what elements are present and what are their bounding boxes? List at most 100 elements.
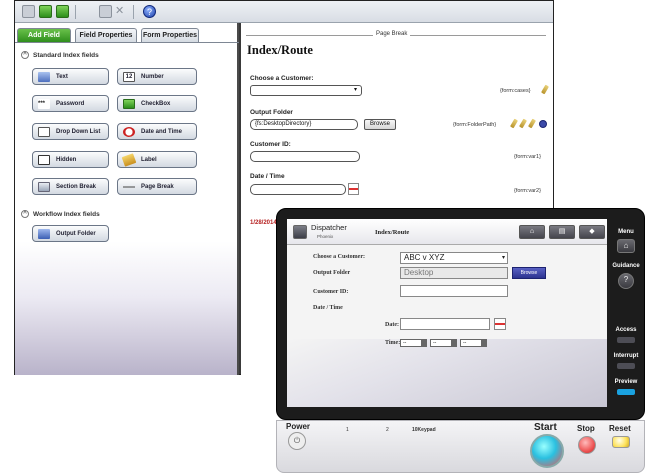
output-folder-token: {form:FolderPath} <box>453 122 497 128</box>
browse-button[interactable]: Browse <box>364 119 396 130</box>
guidance-button[interactable]: ? <box>618 273 634 289</box>
brand-name: Dispatcher <box>311 223 347 232</box>
date-time-field[interactable] <box>250 184 346 195</box>
new-form-icon[interactable] <box>22 5 35 18</box>
settings-button[interactable]: ◆ <box>579 225 605 239</box>
help-icon[interactable]: ? <box>143 5 156 18</box>
customer-select[interactable]: ABC v XYZ ▾ <box>400 252 508 264</box>
customer-label: Choose a Customer: <box>313 254 365 260</box>
output-folder-field[interactable]: {fs:DesktopDirectory} <box>250 119 358 130</box>
customer-id-label: Customer ID: <box>313 289 349 295</box>
add-checkbox-field-button[interactable]: CheckBox <box>117 95 197 112</box>
button-label: Text <box>56 73 68 80</box>
copy-icon[interactable] <box>99 5 112 18</box>
keypad-label[interactable]: 10Keypad <box>412 427 436 433</box>
date-field[interactable] <box>400 318 490 330</box>
calendar-icon[interactable] <box>494 318 506 330</box>
time-minute-select[interactable]: -- <box>430 339 452 347</box>
customer-id-field[interactable] <box>250 151 360 162</box>
screen-background-swoosh <box>287 339 607 407</box>
add-dropdown-field-button[interactable]: Drop Down List <box>32 123 109 140</box>
add-label-field-button[interactable]: Label <box>117 151 197 168</box>
interrupt-button[interactable] <box>617 363 635 369</box>
menu-label: Menu <box>618 229 634 235</box>
customer-dropdown[interactable]: ▾ <box>250 85 362 96</box>
guidance-label: Guidance <box>612 263 640 269</box>
collapse-icon[interactable]: ^ <box>21 210 29 218</box>
info-icon[interactable] <box>539 120 547 128</box>
text-field-icon <box>38 71 50 82</box>
add-page-break-button[interactable]: Page Break <box>117 178 197 195</box>
start-label: Start <box>534 422 557 433</box>
customer-id-field[interactable] <box>400 285 508 297</box>
hidden-field-icon <box>38 154 50 165</box>
field-palette-panel: Add Field Field Properties Form Properti… <box>15 23 239 375</box>
tab-form-properties[interactable]: Form Properties <box>141 28 199 42</box>
edit-pencil-icon[interactable] <box>541 84 549 95</box>
group-workflow-index-fields[interactable]: ^ Workflow Index fields <box>21 210 100 218</box>
reset-label: Reset <box>609 424 631 433</box>
save-icon[interactable] <box>39 5 52 18</box>
button-label: Drop Down List <box>56 128 101 135</box>
tab-divider <box>15 42 239 43</box>
delete-icon[interactable]: ✕ <box>115 5 128 18</box>
output-folder-field[interactable]: Desktop <box>400 267 508 279</box>
power-label: Power <box>286 422 311 431</box>
add-text-field-button[interactable]: Text <box>32 68 109 85</box>
edit-pencil-icon[interactable] <box>519 118 527 129</box>
settings-icon: ◆ <box>589 228 595 235</box>
brand-subtitle: Phoenix <box>317 234 334 239</box>
group-standard-index-fields[interactable]: ^ Standard Index fields <box>21 51 99 59</box>
chevron-down-icon[interactable] <box>452 339 457 347</box>
power-button[interactable]: ⏻ <box>288 432 306 450</box>
scan-button[interactable]: ▤ <box>549 225 575 239</box>
add-password-field-button[interactable]: *** Password <box>32 95 109 112</box>
page-break-icon <box>123 181 135 192</box>
access-button[interactable] <box>617 337 635 343</box>
time-hour-select[interactable]: -- <box>400 339 422 347</box>
menu-button[interactable]: ⌂ <box>617 239 635 253</box>
preview-button[interactable] <box>617 389 635 395</box>
chevron-down-icon[interactable] <box>422 339 427 347</box>
save-as-icon[interactable] <box>56 5 69 18</box>
number-field-icon: 12 <box>123 71 135 82</box>
clock-icon <box>123 126 135 137</box>
stop-button[interactable] <box>578 436 596 454</box>
menu-icon: ⌂ <box>623 241 629 250</box>
calendar-icon[interactable] <box>348 183 359 195</box>
chevron-down-icon[interactable] <box>482 339 487 347</box>
collapse-icon[interactable]: ^ <box>21 51 29 59</box>
device-touchscreen: Dispatcher Phoenix Index/Route ⌂ ▤ ◆ Cho… <box>287 219 607 407</box>
add-section-break-button[interactable]: Section Break <box>32 178 109 195</box>
time-second-select[interactable]: -- <box>460 339 482 347</box>
add-output-folder-button[interactable]: Output Folder <box>32 225 109 242</box>
password-field-icon: *** <box>38 98 50 109</box>
button-label: Label <box>141 156 157 163</box>
tab-add-field[interactable]: Add Field <box>17 28 71 42</box>
customer-token: {form:cases} <box>500 88 531 94</box>
customer-value: ABC v XYZ <box>404 253 445 262</box>
button-label: Output Folder <box>56 230 96 237</box>
access-label: Access <box>615 327 637 333</box>
add-datetime-field-button[interactable]: Date and Time <box>117 123 197 140</box>
date-time-label: Date / Time <box>313 305 343 311</box>
add-number-field-button[interactable]: 12 Number <box>117 68 197 85</box>
edit-pencil-icon[interactable] <box>510 118 518 129</box>
browse-button[interactable]: Browse <box>512 267 546 279</box>
button-label: Hidden <box>56 156 77 163</box>
tab-field-properties[interactable]: Field Properties <box>75 28 137 42</box>
key-2-label[interactable]: 2 <box>386 427 389 433</box>
add-hidden-field-button[interactable]: Hidden <box>32 151 109 168</box>
toolbar-separator <box>133 5 134 19</box>
palette-tabs: Add Field Field Properties Form Properti… <box>15 28 239 42</box>
designer-toolbar: ✕ ? <box>15 1 553 23</box>
dropdown-field-icon <box>38 126 50 137</box>
date-time-token: {form:var2} <box>514 188 541 194</box>
reset-button[interactable] <box>612 436 630 448</box>
checkbox-field-icon <box>123 98 135 109</box>
start-button[interactable] <box>530 434 564 468</box>
edit-pencil-icon[interactable] <box>528 118 536 129</box>
home-button[interactable]: ⌂ <box>519 225 545 239</box>
key-1-label[interactable]: 1 <box>346 427 349 433</box>
scanner-icon: ▤ <box>558 228 566 235</box>
